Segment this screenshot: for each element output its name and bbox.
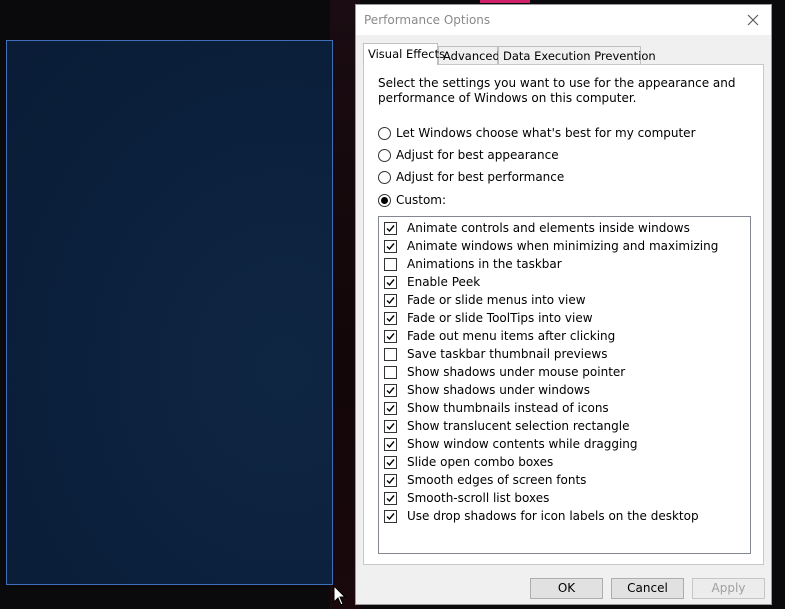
effect-option[interactable]: Show shadows under windows [384, 381, 590, 399]
checkbox-checked-icon[interactable] [384, 419, 397, 433]
effect-option[interactable]: Fade or slide ToolTips into view [384, 309, 593, 327]
visual-effects-list[interactable]: Animate controls and elements inside win… [378, 216, 751, 554]
radio-option[interactable]: Let Windows choose what's best for my co… [378, 124, 696, 142]
effect-label: Show translucent selection rectangle [407, 419, 630, 433]
ok-button[interactable]: OK [530, 578, 603, 599]
effect-label: Show window contents while dragging [407, 437, 638, 451]
effect-label: Fade out menu items after clicking [407, 329, 616, 343]
effect-label: Fade or slide menus into view [407, 293, 586, 307]
radio-label: Adjust for best appearance [396, 148, 559, 162]
radio-option[interactable]: Adjust for best appearance [378, 146, 559, 164]
intro-text: Select the settings you want to use for … [378, 76, 736, 105]
checkbox-checked-icon[interactable] [384, 311, 397, 325]
effect-label: Animate windows when minimizing and maxi… [407, 239, 719, 253]
tab-advanced[interactable]: Advanced [438, 46, 500, 64]
radio-label: Adjust for best performance [396, 170, 565, 184]
checkbox-checked-icon[interactable] [384, 473, 397, 487]
effect-option[interactable]: Animate controls and elements inside win… [384, 219, 690, 237]
effect-option[interactable]: Use drop shadows for icon labels on the … [384, 507, 699, 525]
effect-option[interactable]: Fade or slide menus into view [384, 291, 586, 309]
effect-label: Smooth edges of screen fonts [407, 473, 587, 487]
checkbox-checked-icon[interactable] [384, 509, 397, 523]
radio-label: Let Windows choose what's best for my co… [396, 126, 696, 140]
effect-option[interactable]: Animate windows when minimizing and maxi… [384, 237, 718, 255]
effect-label: Smooth-scroll list boxes [407, 491, 550, 505]
effect-option[interactable]: Smooth-scroll list boxes [384, 489, 549, 507]
effect-option[interactable]: Show shadows under mouse pointer [384, 363, 625, 381]
close-button[interactable] [739, 7, 767, 33]
title-bar[interactable]: Performance Options [356, 5, 771, 35]
effect-label: Animations in the taskbar [407, 257, 562, 271]
checkbox-unchecked-icon[interactable] [384, 257, 397, 271]
effect-option[interactable]: Show window contents while dragging [384, 435, 638, 453]
effect-option[interactable]: Fade out menu items after clicking [384, 327, 615, 345]
radio-unselected-icon[interactable] [378, 148, 391, 162]
radio-option[interactable]: Adjust for best performance [378, 168, 564, 186]
checkbox-unchecked-icon[interactable] [384, 347, 397, 361]
close-icon [747, 14, 759, 26]
checkbox-checked-icon[interactable] [384, 329, 397, 343]
effect-label: Use drop shadows for icon labels on the … [407, 509, 699, 523]
effect-label: Animate controls and elements inside win… [407, 221, 690, 235]
effect-option[interactable]: Smooth edges of screen fonts [384, 471, 586, 489]
checkbox-checked-icon[interactable] [384, 275, 397, 289]
radio-unselected-icon[interactable] [378, 126, 391, 140]
checkbox-checked-icon[interactable] [384, 293, 397, 307]
effect-option[interactable]: Slide open combo boxes [384, 453, 553, 471]
tab-visual-effects[interactable]: Visual Effects [363, 43, 445, 65]
cancel-button[interactable]: Cancel [611, 578, 684, 599]
dialog-title: Performance Options [364, 13, 491, 27]
effect-label: Show shadows under windows [407, 383, 590, 397]
checkbox-checked-icon[interactable] [384, 221, 397, 235]
tab-data-execution-prevention[interactable]: Data Execution Prevention [498, 46, 656, 64]
radio-unselected-icon[interactable] [378, 170, 391, 184]
effect-label: Slide open combo boxes [407, 455, 554, 469]
effect-label: Fade or slide ToolTips into view [407, 311, 593, 325]
effect-label: Enable Peek [407, 275, 481, 289]
checkbox-checked-icon[interactable] [384, 383, 397, 397]
checkbox-unchecked-icon[interactable] [384, 365, 397, 379]
effect-option[interactable]: Show thumbnails instead of icons [384, 399, 609, 417]
effect-label: Show shadows under mouse pointer [407, 365, 626, 379]
effect-option[interactable]: Show translucent selection rectangle [384, 417, 630, 435]
effect-option[interactable]: Save taskbar thumbnail previews [384, 345, 607, 363]
apply-button[interactable]: Apply [692, 578, 765, 599]
checkbox-checked-icon[interactable] [384, 491, 397, 505]
effect-label: Save taskbar thumbnail previews [407, 347, 608, 361]
radio-label: Custom: [396, 193, 447, 207]
performance-options-dialog: Performance Options Visual Effects Advan… [355, 4, 772, 605]
effect-option[interactable]: Animations in the taskbar [384, 255, 562, 273]
visual-effects-panel: Select the settings you want to use for … [363, 64, 764, 565]
radio-option[interactable]: Custom: [378, 191, 446, 209]
taskbar-accent-strip [480, 0, 530, 3]
checkbox-checked-icon[interactable] [384, 401, 397, 415]
effect-label: Show thumbnails instead of icons [407, 401, 609, 415]
desktop-selection-rectangle [6, 40, 333, 585]
checkbox-checked-icon[interactable] [384, 455, 397, 469]
checkbox-checked-icon[interactable] [384, 239, 397, 253]
checkbox-checked-icon[interactable] [384, 437, 397, 451]
effect-option[interactable]: Enable Peek [384, 273, 480, 291]
radio-selected-icon[interactable] [378, 193, 391, 207]
mouse-pointer-icon [333, 585, 347, 606]
